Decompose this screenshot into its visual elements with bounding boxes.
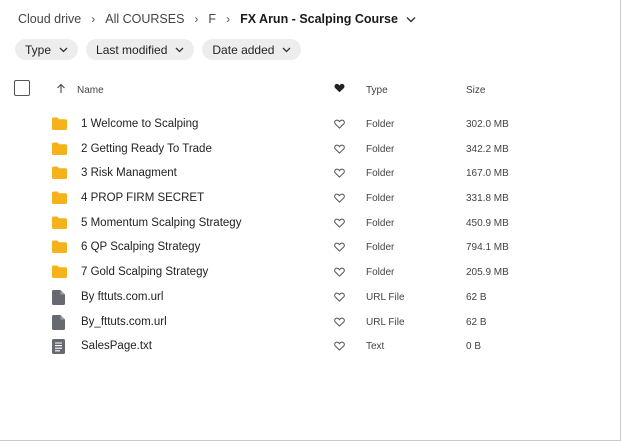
table-row[interactable]: By_fttuts.com.url URL File 62 B (0, 310, 621, 335)
breadcrumb-current-folder[interactable]: FX Arun - Scalping Course (240, 12, 398, 26)
table-row[interactable]: 1 Welcome to Scalping Folder 302.0 MB (0, 112, 621, 137)
table-row[interactable]: 4 PROP FIRM SECRET Folder 331.8 MB (0, 186, 621, 211)
file-type: Folder (366, 143, 395, 155)
filter-label: Date added (212, 42, 275, 57)
heart-outline-icon[interactable] (334, 218, 345, 228)
heart-outline-icon[interactable] (334, 317, 345, 327)
chevron-down-icon (175, 47, 184, 53)
file-name[interactable]: 4 PROP FIRM SECRET (81, 192, 204, 204)
file-type: Folder (366, 168, 395, 180)
file-size: 0 B (466, 341, 482, 353)
heart-outline-icon[interactable] (334, 119, 345, 129)
file-name[interactable]: 6 QP Scalping Strategy (81, 241, 200, 253)
file-name[interactable]: 3 Risk Managment (81, 167, 177, 179)
file-size: 205.9 MB (466, 267, 509, 279)
column-header-type[interactable]: Type (366, 85, 388, 96)
heart-outline-icon[interactable] (334, 168, 345, 179)
breadcrumb-f[interactable]: F (208, 12, 216, 26)
file-type: Text (366, 341, 385, 353)
url-file-icon (52, 314, 65, 330)
file-size: 62 B (466, 291, 487, 303)
table-row[interactable]: SalesPage.txt Text 0 B (0, 334, 621, 359)
file-name[interactable]: 2 Getting Ready To Trade (81, 143, 212, 155)
folder-icon (52, 142, 67, 155)
filter-date-added-button[interactable]: Date added (202, 39, 302, 60)
table-header: Name Type Size (0, 79, 621, 103)
folder-icon (52, 216, 67, 229)
chevron-right-icon: › (91, 12, 96, 26)
table-row[interactable]: 2 Getting Ready To Trade Folder 342.2 MB (0, 137, 621, 162)
file-type: Folder (366, 193, 395, 205)
file-type: Folder (366, 119, 395, 130)
breadcrumb-cloud-drive[interactable]: Cloud drive (18, 12, 81, 26)
filter-label: Last modified (96, 42, 168, 57)
file-type: URL File (366, 316, 405, 328)
file-type: URL File (366, 291, 405, 303)
folder-icon (52, 191, 67, 205)
breadcrumb-all-courses[interactable]: All COURSES (105, 12, 184, 26)
file-name[interactable]: 7 Gold Scalping Strategy (81, 266, 208, 278)
file-size: 331.8 MB (466, 193, 509, 205)
chevron-down-icon (59, 47, 68, 53)
file-name[interactable]: By_fttuts.com.url (81, 316, 167, 328)
heart-outline-icon[interactable] (334, 193, 345, 203)
file-name[interactable]: By fttuts.com.url (81, 291, 163, 303)
text-file-icon (52, 339, 65, 355)
file-size: 167.0 MB (466, 168, 509, 180)
folder-icon (52, 265, 67, 279)
file-list: 1 Welcome to Scalping Folder 302.0 MB 2 … (0, 112, 621, 359)
folder-icon (52, 166, 67, 180)
file-name[interactable]: 1 Welcome to Scalping (81, 118, 198, 130)
chevron-down-icon (282, 47, 291, 53)
filter-bar: Type Last modified Date added (15, 39, 302, 60)
file-size: 450.9 MB (466, 217, 509, 229)
heart-outline-icon[interactable] (334, 341, 345, 351)
filter-last-modified-button[interactable]: Last modified (86, 39, 195, 60)
column-header-name[interactable]: Name (77, 85, 104, 96)
folder-icon (52, 117, 67, 130)
breadcrumb: Cloud drive › All COURSES › F › FX Arun … (18, 10, 416, 28)
chevron-down-icon[interactable] (406, 16, 416, 23)
chevron-right-icon: › (194, 12, 199, 26)
heart-outline-icon[interactable] (334, 292, 345, 302)
folder-icon (52, 240, 67, 254)
heart-outline-icon[interactable] (334, 144, 345, 154)
chevron-right-icon: › (226, 12, 231, 26)
heart-outline-icon[interactable] (334, 267, 345, 277)
file-size: 62 B (466, 316, 487, 328)
url-file-icon (52, 289, 65, 305)
file-size: 794.1 MB (466, 242, 509, 254)
file-name[interactable]: 5 Momentum Scalping Strategy (81, 217, 241, 229)
sort-arrow-up-icon[interactable] (56, 83, 66, 94)
file-type: Folder (366, 217, 395, 229)
heart-outline-icon[interactable] (334, 242, 345, 253)
filter-type-button[interactable]: Type (15, 39, 79, 60)
column-header-size[interactable]: Size (466, 85, 485, 96)
table-row[interactable]: 3 Risk Managment Folder 167.0 MB (0, 161, 621, 186)
table-row[interactable]: 5 Momentum Scalping Strategy Folder 450.… (0, 211, 621, 236)
file-type: Folder (366, 242, 395, 254)
table-row[interactable]: 6 QP Scalping Strategy Folder 794.1 MB (0, 235, 621, 260)
file-type: Folder (366, 267, 395, 279)
file-size: 342.2 MB (466, 143, 509, 155)
file-name[interactable]: SalesPage.txt (81, 340, 152, 352)
filter-label: Type (25, 42, 52, 57)
table-row[interactable]: 7 Gold Scalping Strategy Folder 205.9 MB (0, 260, 621, 285)
file-size: 302.0 MB (466, 119, 509, 130)
heart-filled-icon[interactable] (334, 83, 345, 93)
select-all-checkbox[interactable] (14, 80, 30, 96)
table-row[interactable]: By fttuts.com.url URL File 62 B (0, 285, 621, 310)
